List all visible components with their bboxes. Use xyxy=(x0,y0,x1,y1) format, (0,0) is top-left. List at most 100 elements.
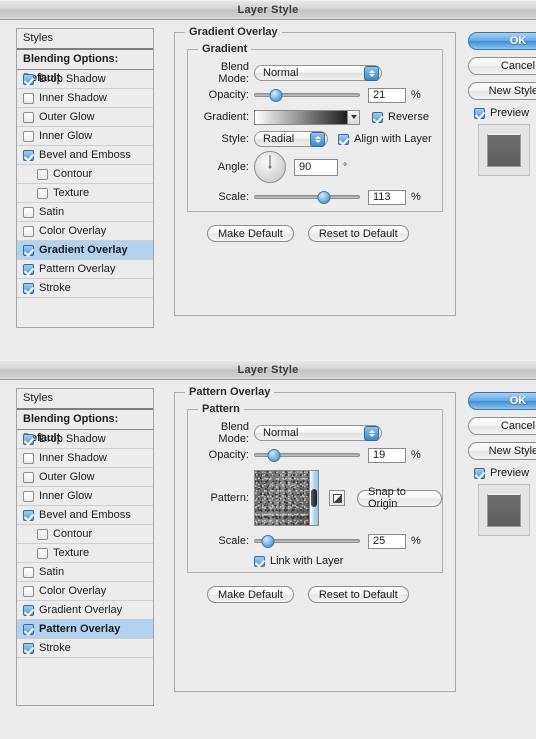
sidebar-item-outer-glow[interactable]: Outer Glow xyxy=(17,468,153,487)
blend-mode-value: Normal xyxy=(263,427,299,439)
angle-dial[interactable] xyxy=(254,151,286,183)
checkbox-pattern-overlay[interactable] xyxy=(23,623,34,635)
angle-input[interactable]: 90 xyxy=(294,158,338,176)
checkbox-drop-shadow[interactable] xyxy=(23,433,34,445)
blending-options-row[interactable]: Blending Options: Default xyxy=(17,50,153,84)
preview-checkbox-row[interactable]: Preview xyxy=(474,107,536,119)
sidebar-item-bevel-and-emboss[interactable]: Bevel and Emboss xyxy=(17,146,153,165)
checkbox-drop-shadow[interactable] xyxy=(23,73,34,85)
checkbox-color-overlay[interactable] xyxy=(23,585,34,597)
checkbox-gradient-overlay[interactable] xyxy=(23,244,34,256)
checkbox-link-with-layer[interactable] xyxy=(254,555,265,567)
sidebar-item-gradient-overlay[interactable]: Gradient Overlay xyxy=(17,601,153,620)
new-preset-button[interactable] xyxy=(329,490,345,506)
make-default-button[interactable]: Make Default xyxy=(207,586,294,603)
gradient-group: Gradient Blend Mode: Normal Opacity: 21 … xyxy=(187,43,443,212)
checkbox-texture[interactable] xyxy=(37,547,48,559)
checkbox-inner-glow[interactable] xyxy=(23,490,34,502)
slider-thumb[interactable] xyxy=(261,535,275,548)
make-default-button[interactable]: Make Default xyxy=(207,225,294,242)
checkbox-bevel-and-emboss[interactable] xyxy=(23,509,34,521)
sidebar-item-label: Bevel and Emboss xyxy=(39,509,131,521)
sidebar-item-stroke[interactable]: Stroke xyxy=(17,639,153,658)
pattern-swatch-control[interactable] xyxy=(254,470,319,526)
checkbox-inner-shadow[interactable] xyxy=(23,92,34,104)
sidebar-item-label: Texture xyxy=(53,547,90,559)
sidebar-item-color-overlay[interactable]: Color Overlay xyxy=(17,222,153,241)
cancel-button[interactable]: Cancel xyxy=(468,57,536,75)
ok-button[interactable]: OK xyxy=(468,392,536,410)
scale-slider[interactable] xyxy=(254,534,360,548)
checkbox-satin[interactable] xyxy=(23,566,34,578)
sidebar-item-texture[interactable]: Texture xyxy=(17,544,153,563)
reset-to-default-button[interactable]: Reset to Default xyxy=(307,225,409,242)
sidebar-item-pattern-overlay[interactable]: Pattern Overlay xyxy=(17,620,153,639)
blend-mode-select[interactable]: Normal xyxy=(254,65,382,81)
blend-mode-select[interactable]: Normal xyxy=(254,425,382,441)
checkbox-outer-glow[interactable] xyxy=(23,471,34,483)
sidebar-item-contour[interactable]: Contour xyxy=(17,525,153,544)
slider-thumb[interactable] xyxy=(269,89,283,102)
gradient-style-select[interactable]: Radial xyxy=(254,131,328,147)
snap-to-origin-button[interactable]: Snap to Origin xyxy=(357,486,442,510)
chevron-updown-icon[interactable] xyxy=(364,425,379,441)
new-style-button[interactable]: New Style... xyxy=(468,82,536,100)
gradient-preview-bar[interactable] xyxy=(254,109,360,125)
sidebar-item-inner-glow[interactable]: Inner Glow xyxy=(17,487,153,506)
checkbox-preview[interactable] xyxy=(474,107,485,119)
checkbox-align-with-layer[interactable] xyxy=(338,133,349,145)
scrollbar-thumb[interactable] xyxy=(311,489,317,507)
cancel-button[interactable]: Cancel xyxy=(468,417,536,435)
checkbox-satin[interactable] xyxy=(23,206,34,218)
sidebar-item-texture[interactable]: Texture xyxy=(17,184,153,203)
link-with-layer-row[interactable]: Link with Layer xyxy=(254,555,343,567)
sidebar-item-bevel-and-emboss[interactable]: Bevel and Emboss xyxy=(17,506,153,525)
sidebar-item-gradient-overlay[interactable]: Gradient Overlay xyxy=(17,241,153,260)
scale-input[interactable]: 25 xyxy=(368,533,406,549)
opacity-slider[interactable] xyxy=(254,448,360,462)
reverse-checkbox-row[interactable]: Reverse xyxy=(372,111,429,123)
opacity-input[interactable]: 21 xyxy=(368,87,406,103)
checkbox-inner-glow[interactable] xyxy=(23,130,34,142)
chevron-updown-icon[interactable] xyxy=(364,65,379,81)
chevron-updown-icon[interactable] xyxy=(310,131,325,147)
reset-to-default-button[interactable]: Reset to Default xyxy=(307,586,409,603)
checkbox-outer-glow[interactable] xyxy=(23,111,34,123)
blending-options-row[interactable]: Blending Options: Default xyxy=(17,410,153,444)
pattern-swatch[interactable] xyxy=(254,470,310,526)
checkbox-color-overlay[interactable] xyxy=(23,225,34,237)
sidebar-item-satin[interactable]: Satin xyxy=(17,563,153,582)
sidebar-item-color-overlay[interactable]: Color Overlay xyxy=(17,582,153,601)
checkbox-inner-shadow[interactable] xyxy=(23,452,34,464)
sidebar-item-stroke[interactable]: Stroke xyxy=(17,279,153,298)
checkbox-gradient-overlay[interactable] xyxy=(23,604,34,616)
checkbox-preview[interactable] xyxy=(474,467,485,479)
checkbox-bevel-and-emboss[interactable] xyxy=(23,149,34,161)
slider-thumb[interactable] xyxy=(317,191,331,204)
scale-slider[interactable] xyxy=(254,190,360,204)
checkbox-contour[interactable] xyxy=(37,168,48,180)
checkbox-stroke[interactable] xyxy=(23,642,34,654)
checkbox-reverse[interactable] xyxy=(372,111,383,123)
chevron-down-icon[interactable] xyxy=(347,110,359,124)
pattern-scrollbar[interactable] xyxy=(310,470,319,526)
sidebar-item-satin[interactable]: Satin xyxy=(17,203,153,222)
ok-button[interactable]: OK xyxy=(468,32,536,50)
sidebar-item-contour[interactable]: Contour xyxy=(17,165,153,184)
sidebar-item-inner-shadow[interactable]: Inner Shadow xyxy=(17,89,153,108)
slider-thumb[interactable] xyxy=(267,449,281,462)
scale-input[interactable]: 113 xyxy=(368,189,406,205)
checkbox-stroke[interactable] xyxy=(23,282,34,294)
checkbox-contour[interactable] xyxy=(37,528,48,540)
new-style-button[interactable]: New Style... xyxy=(468,442,536,460)
preview-checkbox-row[interactable]: Preview xyxy=(474,467,536,479)
sidebar-item-inner-glow[interactable]: Inner Glow xyxy=(17,127,153,146)
sidebar-item-pattern-overlay[interactable]: Pattern Overlay xyxy=(17,260,153,279)
sidebar-item-inner-shadow[interactable]: Inner Shadow xyxy=(17,449,153,468)
checkbox-texture[interactable] xyxy=(37,187,48,199)
opacity-slider[interactable] xyxy=(254,88,360,102)
sidebar-item-outer-glow[interactable]: Outer Glow xyxy=(17,108,153,127)
checkbox-pattern-overlay[interactable] xyxy=(23,263,34,275)
opacity-input[interactable]: 19 xyxy=(368,447,406,463)
align-with-layer-row[interactable]: Align with Layer xyxy=(338,133,432,145)
